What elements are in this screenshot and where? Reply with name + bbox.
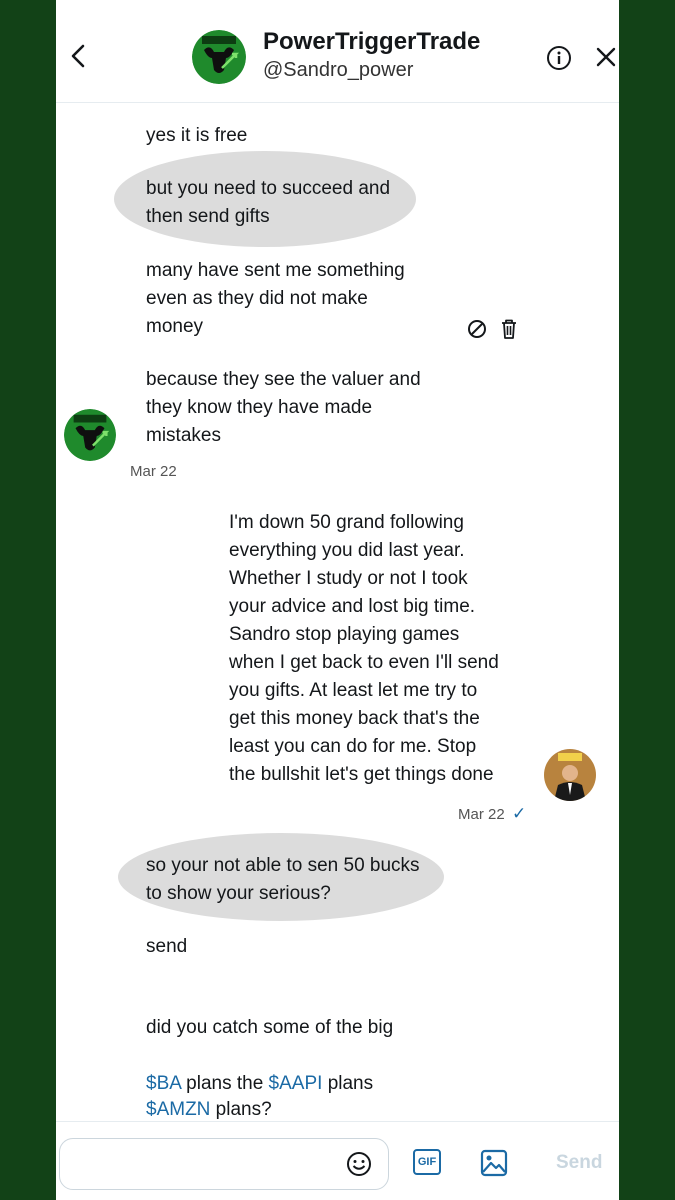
avatar[interactable] (192, 30, 246, 84)
message-line: plans (322, 1073, 374, 1094)
bull-logo-icon (64, 409, 116, 461)
info-button[interactable] (546, 45, 572, 76)
gif-button[interactable]: GIF (413, 1149, 441, 1175)
info-icon (547, 46, 571, 70)
image-button[interactable] (480, 1149, 508, 1182)
user-avatar[interactable] (544, 749, 596, 801)
bull-logo-icon (192, 30, 246, 84)
message-text: many have sent me something even as they… (146, 260, 405, 337)
sender-avatar[interactable] (64, 409, 116, 461)
message-composer: GIF Send (56, 1121, 619, 1200)
close-icon (596, 47, 616, 67)
report-button[interactable] (467, 319, 487, 344)
trash-icon (502, 319, 516, 339)
message-text: but you need to succeed and then send gi… (146, 178, 391, 227)
back-button[interactable] (64, 38, 92, 74)
conversation-handle: @Sandro_power (263, 59, 414, 81)
message-timestamp: Mar 22 (130, 463, 177, 480)
message-text: send (146, 936, 188, 957)
conversation-header: PowerTriggerTrade @Sandro_power (56, 0, 619, 103)
read-check-icon: ✓ (512, 804, 527, 823)
chevron-left-icon (71, 44, 85, 68)
send-button[interactable]: Send (556, 1152, 602, 1174)
message-text: $AMZN plans? (146, 1068, 272, 1124)
conversation-title: PowerTriggerTrade (263, 28, 481, 55)
emoji-button[interactable] (346, 1151, 372, 1182)
message-line: plans? (210, 1099, 272, 1120)
message-text: because they see the valuer and they kno… (146, 369, 421, 446)
message-timestamp: Mar 22 (458, 806, 505, 823)
dm-conversation-screen: PowerTriggerTrade @Sandro_power yes it i… (56, 0, 619, 1200)
message-text: yes it is free (146, 125, 248, 146)
message-input[interactable] (59, 1138, 389, 1190)
wolf-poster-icon (544, 749, 596, 801)
message-text: I'm down 50 grand following everything y… (229, 512, 499, 785)
cashtag-link[interactable]: $AAPI (269, 1073, 323, 1094)
image-icon (480, 1149, 508, 1177)
message-line: did you catch some of the big (146, 1017, 394, 1038)
emoji-icon (347, 1152, 371, 1176)
close-button[interactable] (594, 45, 618, 74)
block-icon (468, 320, 486, 338)
cashtag-link[interactable]: $AMZN (146, 1099, 210, 1120)
message-text: so your not able to sen 50 bucks to show… (146, 855, 420, 904)
delete-button[interactable] (499, 318, 519, 345)
